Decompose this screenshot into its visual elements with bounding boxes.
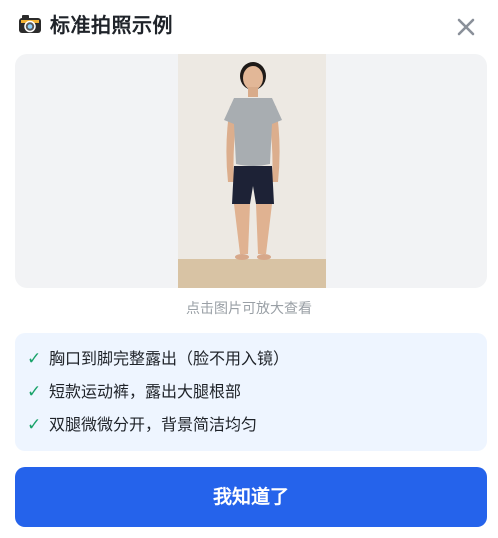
dialog-header: 标准拍照示例 <box>0 0 498 52</box>
check-icon: ✓ <box>27 349 42 369</box>
checklist-item: ✓ 短款运动裤，露出大腿根部 <box>27 379 241 405</box>
camera-icon <box>19 15 41 33</box>
example-person-image[interactable] <box>178 54 326 288</box>
checklist-item: ✓ 胸口到脚完整露出（脸不用入镜） <box>27 346 289 372</box>
got-it-button[interactable]: 我知道了 <box>15 467 487 527</box>
close-icon[interactable] <box>452 13 480 41</box>
check-icon: ✓ <box>27 382 42 402</box>
example-photo-card[interactable] <box>15 54 487 288</box>
checklist-item-text: 双腿微微分开，背景简洁均匀 <box>49 415 258 434</box>
dialog-title: 标准拍照示例 <box>50 13 173 37</box>
checklist-item-text: 短款运动裤，露出大腿根部 <box>49 382 242 401</box>
check-icon: ✓ <box>27 415 42 435</box>
checklist-item: ✓ 双腿微微分开，背景简洁均匀 <box>27 412 257 438</box>
zoom-hint[interactable]: 点击图片可放大查看 <box>0 298 498 320</box>
requirements-checklist: ✓ 胸口到脚完整露出（脸不用入镜） ✓ 短款运动裤，露出大腿根部 ✓ 双腿微微分开，背… <box>15 333 487 451</box>
checklist-item-text: 胸口到脚完整露出（脸不用入镜） <box>49 349 290 368</box>
